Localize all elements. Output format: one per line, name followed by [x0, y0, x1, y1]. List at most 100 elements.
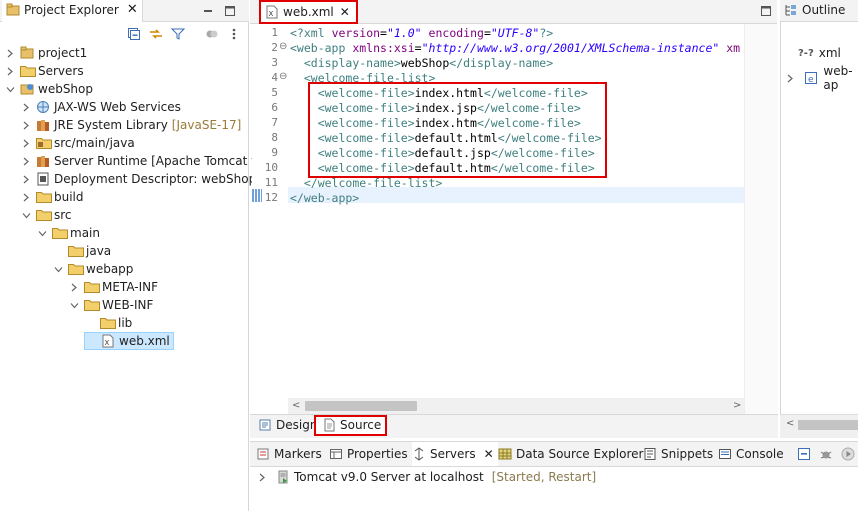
tree-item-meta-inf[interactable]: META-INF — [68, 278, 158, 296]
fold-toggle-icon[interactable]: ⊖ — [279, 41, 287, 52]
chevron-right-icon[interactable] — [20, 137, 32, 149]
code-line[interactable]: <web-app xmlns:xsi="http://www.w3.org/20… — [290, 41, 740, 55]
tree-item-main[interactable]: main — [36, 224, 100, 242]
chevron-right-icon[interactable] — [20, 173, 32, 185]
maximize-icon[interactable] — [222, 3, 238, 19]
chevron-right-icon[interactable] — [4, 65, 16, 77]
chevron-down-icon[interactable] — [52, 263, 64, 275]
source-icon — [322, 418, 336, 432]
close-icon[interactable]: ✕ — [340, 5, 350, 19]
svg-text:X: X — [269, 10, 274, 18]
chevron-down-icon[interactable] — [20, 209, 32, 221]
view-menu-icon[interactable] — [226, 26, 242, 42]
line-number: 11 — [264, 176, 278, 189]
tab-console[interactable]: Console — [718, 445, 784, 463]
chevron-right-icon[interactable] — [20, 191, 32, 203]
chevron-right-icon[interactable] — [20, 155, 32, 167]
tree-item-web-xml[interactable]: Xweb.xml — [84, 332, 174, 350]
outline-scroll-thumb[interactable] — [798, 420, 858, 430]
scroll-left-icon[interactable]: < — [786, 418, 794, 429]
tab-markers[interactable]: Markers — [256, 445, 322, 463]
chevron-right-icon[interactable] — [68, 281, 80, 293]
line-number: 9 — [271, 146, 278, 159]
data-source-icon — [498, 447, 512, 461]
tree-item-server-runtime-apache-tomcat-v9[interactable]: Server Runtime [Apache Tomcat v9. — [20, 152, 270, 170]
tree-item-jax-ws-web-services[interactable]: JAX-WS Web Services — [20, 98, 181, 116]
outline-item-web-app[interactable]: e web-ap — [786, 64, 858, 92]
code-token: ?> — [539, 26, 554, 40]
tab-data-source-explorer[interactable]: Data Source Explorer — [498, 445, 643, 463]
collapse-all-icon[interactable] — [796, 446, 812, 462]
link-with-editor-icon[interactable] — [148, 26, 164, 42]
chevron-down-icon[interactable] — [68, 299, 80, 311]
debug-icon[interactable] — [818, 446, 834, 462]
tree-item-src[interactable]: src — [20, 206, 72, 224]
code-token: = — [414, 41, 422, 55]
server-row[interactable]: Tomcat v9.0 Server at localhost [Started… — [256, 468, 596, 486]
tree-item-webapp[interactable]: webapp — [52, 260, 133, 278]
tree-item-webshop[interactable]: webShop — [4, 80, 93, 98]
line-number: 4 — [271, 71, 278, 84]
chevron-down-icon[interactable] — [36, 227, 48, 239]
chevron-right-icon[interactable] — [256, 471, 268, 483]
project-explorer-tab[interactable]: Project Explorer ✕ — [2, 0, 143, 22]
maximize-icon[interactable] — [758, 3, 774, 19]
tab-label: Snippets — [661, 447, 714, 461]
tree-item-project1[interactable]: project1 — [4, 44, 87, 62]
folder-icon — [20, 64, 36, 78]
scroll-left-icon[interactable]: < — [292, 400, 300, 411]
tree-item-deployment-descriptor-webshop[interactable]: Deployment Descriptor: webShop — [20, 170, 256, 188]
scroll-right-icon[interactable]: > — [733, 400, 741, 411]
tree-item-servers[interactable]: Servers — [4, 62, 84, 80]
chevron-right-icon[interactable] — [20, 101, 32, 113]
code-line[interactable]: <?xml version="1.0" encoding="UTF-8"?> — [290, 26, 553, 40]
tree-item-build[interactable]: build — [20, 188, 84, 206]
start-server-icon[interactable] — [840, 446, 856, 462]
chevron-down-icon[interactable] — [4, 83, 16, 95]
vertical-scrollbar[interactable] — [744, 24, 778, 414]
tab-design[interactable]: Design — [258, 418, 317, 432]
code-line[interactable]: </web-app> — [290, 191, 359, 205]
chevron-right-icon[interactable] — [20, 119, 32, 131]
tree-item-lib[interactable]: lib — [84, 314, 132, 332]
tree-item-jre-system-library[interactable]: JRE System Library [JavaSE-17] — [20, 116, 241, 134]
code-token: "1.0" — [386, 26, 422, 40]
editor-tab-title: web.xml — [283, 5, 334, 19]
close-icon[interactable]: ✕ — [127, 3, 138, 16]
tab-properties[interactable]: Properties — [329, 445, 408, 463]
horizontal-scroll-thumb[interactable] — [305, 401, 417, 411]
fold-toggle-icon[interactable]: ⊖ — [279, 71, 287, 82]
code-line[interactable]: </welcome-file-list> — [290, 176, 442, 190]
tab-label: Servers — [430, 447, 476, 461]
editor-tab-web-xml[interactable]: X web.xml ✕ — [259, 0, 358, 24]
tree-item-java[interactable]: java — [52, 242, 111, 260]
minimize-icon[interactable] — [200, 3, 216, 19]
chevron-right-icon[interactable] — [4, 47, 16, 59]
tree-item-label: main — [70, 226, 100, 240]
tree-item-web-inf[interactable]: WEB-INF — [68, 296, 153, 314]
tab-servers[interactable]: Servers ✕ — [412, 442, 498, 466]
collapse-all-icon[interactable] — [126, 26, 142, 42]
filter-icon[interactable] — [170, 26, 186, 42]
folder-icon — [36, 190, 52, 204]
outline-tab[interactable]: Outline — [784, 3, 845, 17]
tab-label: Markers — [274, 447, 322, 461]
outline-item-xml[interactable]: ?-? xml — [798, 46, 841, 60]
chevron-right-icon[interactable] — [786, 72, 795, 84]
tab-source-content[interactable]: Source — [322, 418, 381, 432]
working-sets-icon[interactable] — [204, 26, 220, 42]
code-token: <display-name> — [303, 56, 401, 70]
tab-snippets[interactable]: Snippets — [643, 445, 713, 463]
code-line[interactable]: <display-name>webShop</display-name> — [290, 56, 553, 70]
close-icon[interactable]: ✕ — [484, 447, 494, 461]
line-number-gutter: 1 2 ⊖ 3 4 ⊖ 5 6 7 8 9 10 11 12 — [252, 24, 288, 399]
project-explorer-title: Project Explorer — [24, 3, 119, 17]
webservice-icon — [36, 100, 50, 114]
folder-icon — [52, 226, 68, 240]
tree-item-src-main-java[interactable]: src/main/java — [20, 134, 135, 152]
line-number: 1 — [271, 26, 278, 39]
server-state: [Started, Restart] — [491, 470, 597, 484]
